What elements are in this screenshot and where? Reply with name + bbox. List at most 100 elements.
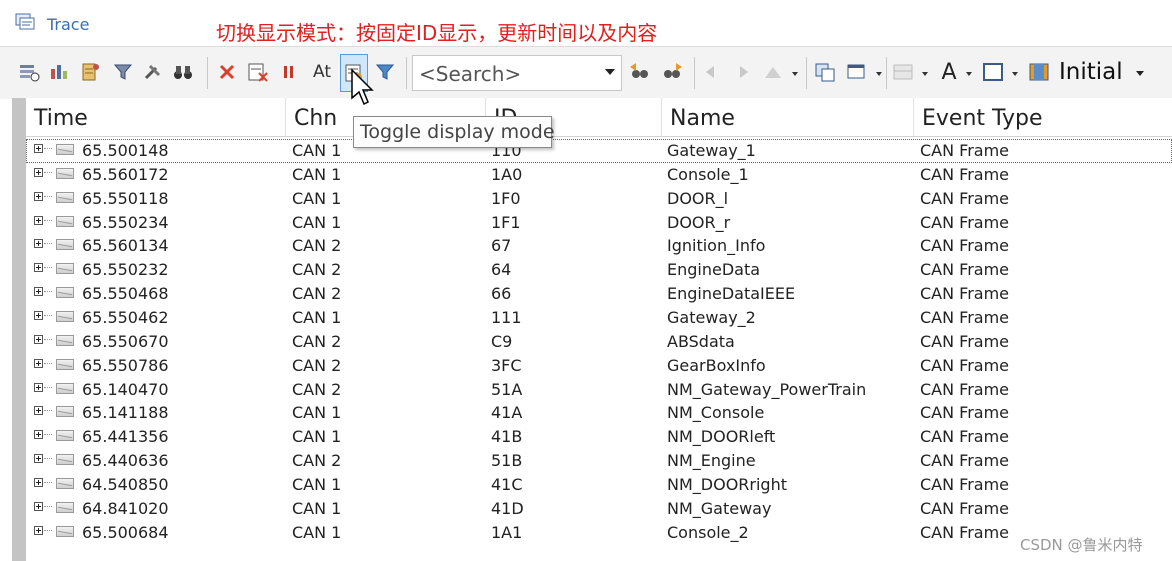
cell-name: NM_Gateway	[667, 498, 772, 518]
cell-id: C9	[491, 331, 513, 351]
window-icon[interactable]	[846, 61, 868, 83]
statistics-icon[interactable]	[80, 61, 102, 83]
table-row[interactable]: 65.500684 CAN 1 1A1 Console_2 CAN Frame	[26, 521, 1172, 545]
expand-icon[interactable]	[34, 334, 43, 344]
arrow-left-icon[interactable]	[700, 61, 722, 83]
chart-view-icon[interactable]	[48, 61, 70, 83]
table-row[interactable]: 65.550468 CAN 2 66 EngineDataIEEE CAN Frame	[26, 282, 1172, 306]
cell-id: 67	[491, 236, 512, 256]
layout-icon[interactable]	[982, 61, 1004, 83]
clear-window-icon[interactable]	[247, 61, 269, 83]
find-next-icon[interactable]	[662, 61, 684, 83]
time-mode-button[interactable]: At	[308, 61, 336, 83]
grid-header: Time Chn ID Name Event Type	[26, 98, 1172, 137]
chevron-down-icon[interactable]	[1136, 71, 1144, 76]
filter-config-icon[interactable]	[112, 61, 134, 83]
chevron-down-icon[interactable]	[1012, 72, 1018, 76]
marker-icon[interactable]	[762, 61, 784, 83]
table-row[interactable]: 64.540850 CAN 1 41C NM_DOORright CAN Frame	[26, 473, 1172, 497]
expand-icon[interactable]	[34, 525, 43, 535]
expand-icon[interactable]	[34, 358, 43, 368]
clear-icon[interactable]	[216, 61, 238, 83]
detail-view-icon[interactable]	[18, 61, 40, 83]
expand-icon[interactable]	[34, 191, 43, 201]
toolbar-separator	[694, 57, 695, 89]
table-row[interactable]: 65.441356 CAN 1 41B NM_DOORleft CAN Frame	[26, 425, 1172, 449]
chevron-down-icon[interactable]	[792, 72, 798, 76]
chevron-down-icon[interactable]	[605, 69, 615, 75]
cell-id: 111	[491, 307, 522, 327]
search-input[interactable]: <Search>	[419, 62, 521, 86]
cell-event-type: CAN Frame	[920, 260, 1010, 280]
column-header-name[interactable]: Name	[662, 98, 914, 136]
chevron-down-icon[interactable]	[966, 72, 972, 76]
cell-chn: CAN 1	[292, 403, 342, 423]
expand-icon[interactable]	[34, 215, 43, 225]
cell-name: NM_Gateway_PowerTrain	[667, 379, 867, 399]
cell-event-type: CAN Frame	[920, 522, 1010, 542]
cell-event-type: CAN Frame	[920, 474, 1010, 494]
tree-connector	[44, 243, 52, 245]
expand-icon[interactable]	[34, 454, 43, 464]
cell-id: 1F0	[491, 188, 521, 208]
column-header-time[interactable]: Time	[26, 98, 286, 136]
table-row[interactable]: 65.550232 CAN 2 64 EngineData CAN Frame	[26, 258, 1172, 282]
expand-icon[interactable]	[34, 144, 43, 153]
expand-icon[interactable]	[34, 310, 43, 320]
tree-connector	[44, 434, 52, 436]
cell-name: Console_2	[667, 522, 749, 542]
tree-connector	[44, 386, 52, 389]
table-row[interactable]: 65.560134 CAN 2 67 Ignition_Info CAN Frame	[26, 234, 1172, 258]
layout-preset-icon[interactable]	[1028, 61, 1050, 83]
table-row[interactable]: 65.440636 CAN 2 51B NM_Engine CAN Frame	[26, 449, 1172, 473]
message-envelope-icon	[56, 167, 74, 179]
expand-icon[interactable]	[34, 406, 43, 416]
table-row[interactable]: 65.560172 CAN 1 1A0 Console_1 CAN Frame	[26, 163, 1172, 187]
table-row[interactable]: 65.141188 CAN 1 41A NM_Console CAN Frame	[26, 401, 1172, 425]
expand-icon[interactable]	[34, 501, 43, 511]
cell-time: 65.550118	[82, 188, 169, 208]
title-bar: Trace 切换显示模式：按固定ID显示，更新时间以及内容	[0, 0, 1172, 46]
cell-chn: CAN 1	[292, 307, 342, 327]
filter-icon[interactable]	[374, 61, 396, 83]
search-combobox[interactable]: <Search>	[412, 55, 622, 91]
cell-time: 65.550670	[82, 331, 169, 351]
table-row[interactable]: 65.550670 CAN 2 C9 ABSdata CAN Frame	[26, 330, 1172, 354]
table-row[interactable]: 65.550118 CAN 1 1F0 DOOR_l CAN Frame	[26, 187, 1172, 211]
cell-id: 66	[491, 284, 512, 304]
expand-icon[interactable]	[34, 167, 43, 177]
layout-select[interactable]: Initial	[1059, 59, 1123, 85]
font-size-icon[interactable]: A	[936, 60, 962, 85]
chevron-down-icon[interactable]	[922, 72, 928, 76]
table-row[interactable]: 65.500148 CAN 1 110 Gateway_1 CAN Frame	[26, 139, 1172, 163]
columns-icon[interactable]	[892, 61, 914, 83]
column-header-event-type[interactable]: Event Type	[914, 98, 1172, 136]
binoculars-icon[interactable]	[172, 61, 194, 83]
toolbar-separator	[406, 57, 407, 89]
find-previous-icon[interactable]	[628, 61, 650, 83]
expand-icon[interactable]	[34, 287, 43, 297]
tree-connector	[44, 458, 52, 460]
cell-chn: CAN 2	[292, 331, 342, 351]
table-row[interactable]: 64.841020 CAN 1 41D NM_Gateway CAN Frame	[26, 497, 1172, 521]
expand-icon[interactable]	[34, 382, 43, 392]
arrow-right-icon[interactable]	[732, 61, 754, 83]
expand-icon[interactable]	[34, 477, 43, 487]
cell-name: Ignition_Info	[667, 236, 766, 256]
mouse-cursor-icon	[351, 68, 374, 106]
cell-chn: CAN 1	[292, 188, 342, 208]
table-row[interactable]: 65.550786 CAN 2 3FC GearBoxInfo CAN Frame	[26, 354, 1172, 378]
tree-connector	[44, 314, 52, 317]
table-row[interactable]: 65.550234 CAN 1 1F1 DOOR_r CAN Frame	[26, 211, 1172, 235]
annotation-text: 切换显示模式：按固定ID显示，更新时间以及内容	[216, 21, 658, 45]
tools-icon[interactable]	[142, 61, 164, 83]
chevron-down-icon[interactable]	[876, 72, 882, 76]
expand-icon[interactable]	[34, 430, 43, 440]
expand-icon[interactable]	[34, 263, 43, 273]
copy-icon[interactable]	[814, 61, 836, 83]
table-row[interactable]: 65.550462 CAN 1 111 Gateway_2 CAN Frame	[26, 306, 1172, 330]
expand-icon[interactable]	[34, 239, 43, 249]
table-row[interactable]: 65.140470 CAN 2 51A NM_Gateway_PowerTrain CA…	[26, 378, 1172, 402]
cell-event-type: CAN Frame	[920, 284, 1010, 304]
pause-icon[interactable]	[278, 61, 300, 83]
